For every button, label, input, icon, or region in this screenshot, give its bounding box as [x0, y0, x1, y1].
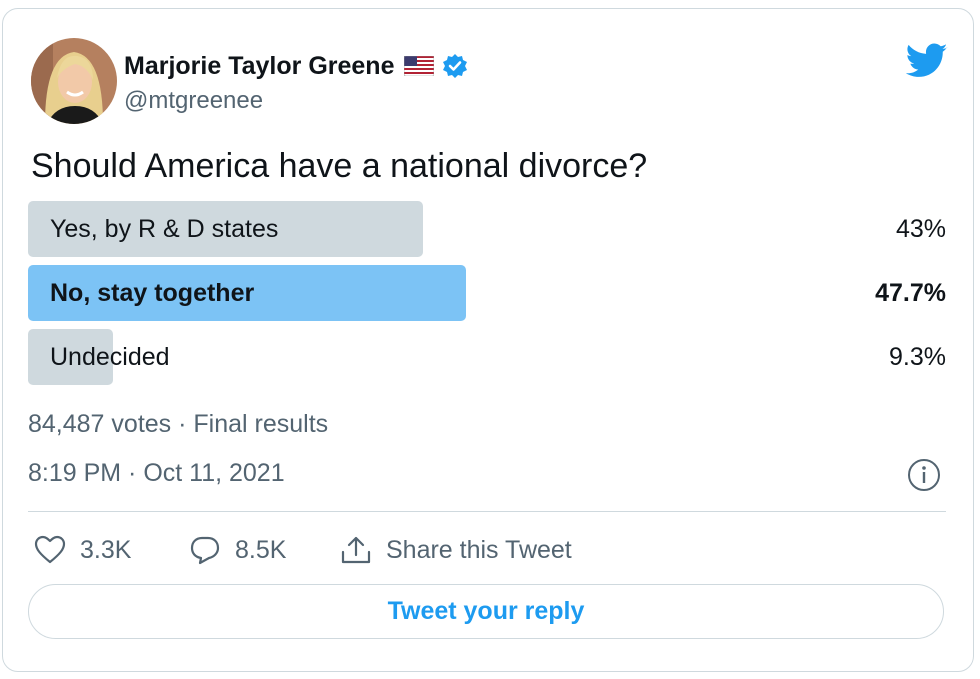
like-count: 3.3K — [80, 535, 132, 564]
share-label: Share this Tweet — [386, 535, 572, 564]
tweet-your-reply-button[interactable]: Tweet your reply — [28, 584, 944, 639]
author-name[interactable]: Marjorie Taylor Greene — [124, 52, 394, 81]
author-handle[interactable]: @mtgreenee — [124, 87, 263, 115]
poll-option: Undecided 9.3% — [28, 329, 946, 385]
poll-option-winner: No, stay together 47.7% — [28, 265, 946, 321]
us-flag-icon — [404, 55, 435, 77]
poll-option: Yes, by R & D states 43% — [28, 201, 946, 257]
verified-badge-icon — [442, 53, 468, 79]
info-icon[interactable] — [907, 458, 941, 492]
reply-count: 8.5K — [235, 535, 287, 564]
twitter-bird-icon[interactable] — [905, 43, 948, 79]
reply-icon — [190, 536, 220, 565]
tweet-text: Should America have a national divorce? — [31, 147, 648, 185]
share-button[interactable]: Share this Tweet — [340, 530, 572, 570]
poll-summary: 84,487 votes · Final results — [28, 410, 329, 438]
profile-avatar[interactable] — [31, 38, 117, 124]
author-row: Marjorie Taylor Greene — [124, 49, 468, 83]
heart-icon — [34, 535, 66, 564]
share-icon — [341, 536, 371, 564]
like-button[interactable]: 3.3K — [34, 530, 131, 570]
poll-option-percent: 43% — [895, 215, 946, 243]
poll-option-percent: 9.3% — [889, 343, 946, 371]
divider — [28, 511, 946, 512]
poll-option-label: No, stay together — [50, 279, 255, 307]
poll-option-label: Undecided — [50, 343, 170, 371]
poll-option-percent: 47.7% — [875, 279, 946, 307]
poll-option-label: Yes, by R & D states — [50, 215, 279, 243]
reply-action-button[interactable]: 8.5K — [189, 530, 286, 570]
tweet-timestamp[interactable]: 8:19 PM · Oct 11, 2021 — [28, 459, 285, 488]
